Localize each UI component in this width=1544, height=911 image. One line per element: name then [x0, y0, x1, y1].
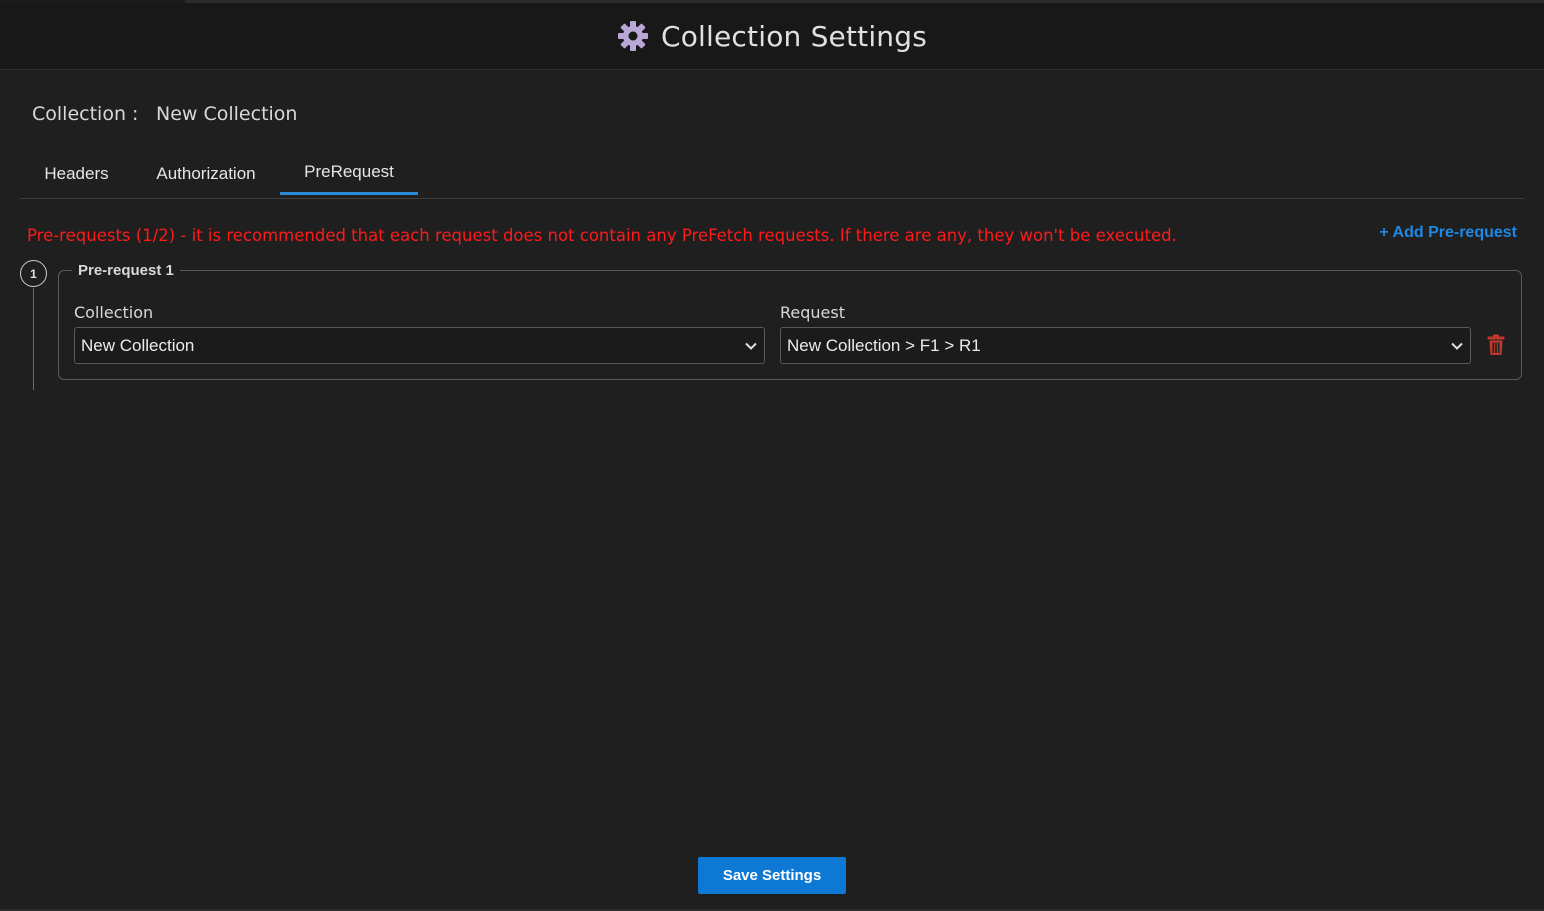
collection-select-value: New Collection: [81, 335, 195, 355]
request-select[interactable]: New Collection > F1 > R1: [780, 327, 1471, 364]
chevron-down-icon: [1451, 342, 1463, 350]
prerequest-warning: Pre-requests (1/2) - it is recommended t…: [27, 226, 1177, 245]
settings-tabs: Headers Authorization PreRequest: [20, 150, 1524, 199]
collection-name: New Collection: [156, 103, 298, 125]
add-prerequest-link[interactable]: + Add Pre-request: [1379, 224, 1517, 242]
request-field-label: Request: [780, 303, 845, 322]
collection-info: Collection : New Collection: [32, 100, 297, 128]
page-header: Collection Settings: [0, 3, 1544, 70]
trash-icon[interactable]: [1486, 334, 1506, 356]
collection-select[interactable]: New Collection: [74, 327, 765, 364]
tab-headers[interactable]: Headers: [20, 150, 133, 197]
save-settings-button[interactable]: Save Settings: [698, 857, 846, 894]
collection-field-label: Collection: [74, 303, 154, 322]
chevron-down-icon: [745, 342, 757, 350]
page-title: Collection Settings: [660, 19, 928, 53]
collection-label: Collection :: [32, 103, 139, 125]
tab-authorization[interactable]: Authorization: [144, 150, 268, 197]
request-select-value: New Collection > F1 > R1: [787, 335, 981, 355]
step-number-badge: 1: [20, 260, 47, 287]
prerequest-legend: Pre-request 1: [72, 262, 180, 279]
gear-icon: [617, 20, 649, 52]
tab-prerequest[interactable]: PreRequest: [280, 150, 418, 195]
step-connector-line: [33, 288, 34, 390]
